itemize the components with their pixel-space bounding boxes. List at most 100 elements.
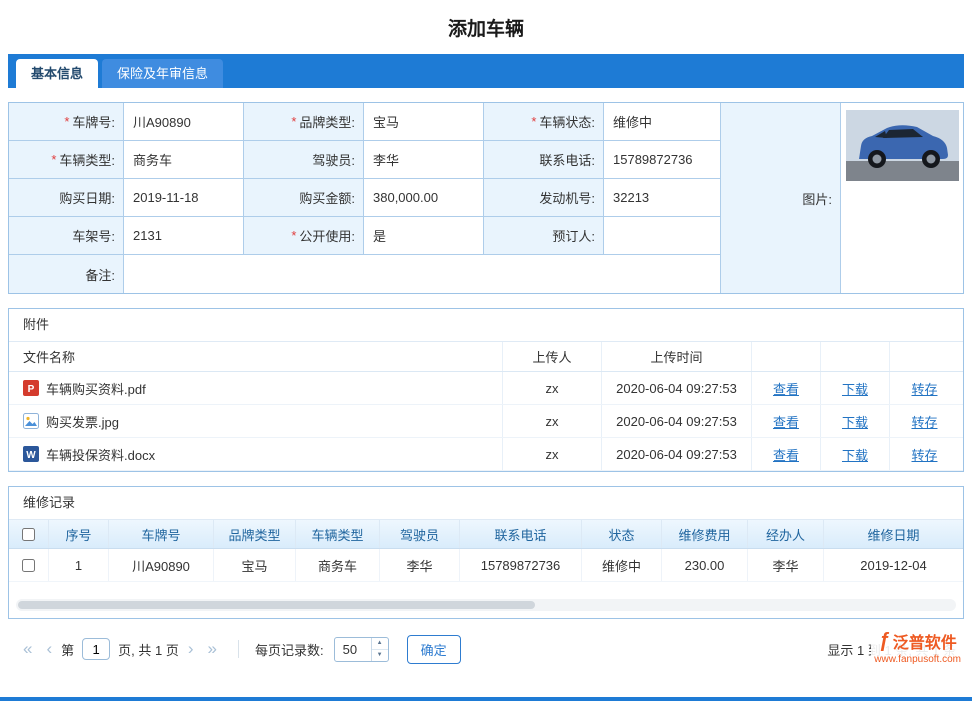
field-label-engine-number: 发动机号: bbox=[484, 179, 604, 217]
attachments-title: 附件 bbox=[9, 309, 963, 341]
spinner-up-icon[interactable]: ▲ bbox=[372, 638, 388, 650]
maintenance-row: 1 川A90890 宝马 商务车 李华 15789872736 维修中 230.… bbox=[9, 549, 963, 582]
field-value-reservist bbox=[604, 217, 721, 255]
attachment-uploader: zx bbox=[503, 438, 602, 470]
required-asterisk: * bbox=[64, 114, 69, 129]
svg-text:W: W bbox=[26, 450, 36, 461]
field-value-public-use: 是 bbox=[364, 217, 484, 255]
transfer-link[interactable]: 转存 bbox=[911, 445, 937, 464]
per-page-value[interactable]: 50 bbox=[335, 638, 371, 661]
field-label-reservist: 预订人: bbox=[484, 217, 604, 255]
download-link[interactable]: 下载 bbox=[842, 412, 868, 431]
watermark-url: www.fanpusoft.com bbox=[874, 654, 961, 665]
tab-basic-info[interactable]: 基本信息 bbox=[16, 59, 98, 88]
transfer-link[interactable]: 转存 bbox=[911, 379, 937, 398]
watermark-brand: 泛普软件 bbox=[893, 629, 957, 653]
page-total-label: 页, 共 1 页 bbox=[118, 640, 179, 659]
field-value-brand-type: 宝马 bbox=[364, 103, 484, 141]
attachment-row: 购买发票.jpg zx 2020-06-04 09:27:53 查看 下载 转存 bbox=[9, 405, 963, 438]
bottom-accent-bar bbox=[0, 697, 972, 701]
prev-page-button[interactable]: ‹ bbox=[39, 639, 59, 659]
required-asterisk: * bbox=[291, 114, 296, 129]
field-label-public-use: *公开使用: bbox=[244, 217, 364, 255]
maintenance-title: 维修记录 bbox=[9, 487, 963, 519]
spinner-down-icon[interactable]: ▼ bbox=[372, 650, 388, 661]
page-label: 第 bbox=[61, 640, 74, 659]
cell-brand: 宝马 bbox=[214, 549, 296, 581]
download-link[interactable]: 下载 bbox=[842, 379, 868, 398]
vehicle-form-grid: *车牌号: 川A90890 *品牌类型: 宝马 *车辆状态: 维修中 *车辆类型… bbox=[9, 103, 721, 293]
confirm-button[interactable]: 确定 bbox=[407, 635, 461, 664]
download-link[interactable]: 下载 bbox=[842, 445, 868, 464]
cell-seq: 1 bbox=[49, 549, 109, 581]
cell-vehicle-type: 商务车 bbox=[296, 549, 380, 581]
column-header-vehicle-type: 车辆类型 bbox=[296, 520, 380, 548]
column-header-brand: 品牌类型 bbox=[214, 520, 296, 548]
field-label-vehicle-type: *车辆类型: bbox=[9, 141, 124, 179]
page-number-input[interactable] bbox=[82, 638, 110, 660]
scrollbar-thumb[interactable] bbox=[18, 601, 535, 609]
column-header-status: 状态 bbox=[582, 520, 662, 548]
field-label-contact-phone: 联系电话: bbox=[484, 141, 604, 179]
attachment-upload-time: 2020-06-04 09:27:53 bbox=[602, 438, 752, 470]
required-asterisk: * bbox=[51, 152, 56, 167]
field-value-plate-number: 川A90890 bbox=[124, 103, 244, 141]
horizontal-scrollbar[interactable] bbox=[16, 599, 956, 611]
tab-insurance-info[interactable]: 保险及年审信息 bbox=[102, 59, 223, 88]
field-label-brand-type: *品牌类型: bbox=[244, 103, 364, 141]
watermark: ƒ 泛普软件 www.fanpusoft.com bbox=[871, 628, 964, 666]
field-value-purchase-date: 2019-11-18 bbox=[124, 179, 244, 217]
column-header-phone: 联系电话 bbox=[460, 520, 582, 548]
select-all-checkbox[interactable] bbox=[22, 528, 35, 541]
word-file-icon: W bbox=[23, 446, 39, 462]
field-label-driver: 驾驶员: bbox=[244, 141, 364, 179]
spinner-arrows: ▲ ▼ bbox=[371, 638, 388, 661]
fanpu-logo-icon: ƒ bbox=[879, 632, 890, 650]
field-label-remark: 备注: bbox=[9, 255, 124, 293]
image-field: 图片: bbox=[721, 103, 963, 293]
view-link[interactable]: 查看 bbox=[773, 379, 799, 398]
per-page-spinner[interactable]: 50 ▲ ▼ bbox=[334, 637, 389, 662]
field-label-frame-number: 车架号: bbox=[9, 217, 124, 255]
first-page-button[interactable]: « bbox=[16, 639, 39, 659]
column-header-uploader: 上传人 bbox=[503, 342, 602, 371]
column-header-action-1 bbox=[752, 342, 821, 371]
last-page-button[interactable]: » bbox=[201, 639, 224, 659]
pagination-bar: « ‹ 第 页, 共 1 页 › » 每页记录数: 50 ▲ ▼ 确定 显示 1… bbox=[8, 627, 964, 671]
field-value-vehicle-type: 商务车 bbox=[124, 141, 244, 179]
column-header-seq: 序号 bbox=[49, 520, 109, 548]
maintenance-panel: 维修记录 序号 车牌号 品牌类型 车辆类型 驾驶员 联系电话 状态 维修费用 经… bbox=[8, 486, 964, 619]
vehicle-photo bbox=[841, 103, 963, 293]
attachment-row: W 车辆投保资料.docx zx 2020-06-04 09:27:53 查看 … bbox=[9, 438, 963, 471]
attachment-uploader: zx bbox=[503, 405, 602, 437]
column-header-date: 维修日期 bbox=[824, 520, 963, 548]
transfer-link[interactable]: 转存 bbox=[911, 412, 937, 431]
next-page-button[interactable]: › bbox=[181, 639, 201, 659]
row-checkbox[interactable] bbox=[22, 559, 35, 572]
image-field-label: 图片: bbox=[721, 103, 841, 293]
pdf-file-icon: P bbox=[23, 380, 39, 396]
required-asterisk: * bbox=[531, 114, 536, 129]
view-link[interactable]: 查看 bbox=[773, 445, 799, 464]
attachment-row: P 车辆购买资料.pdf zx 2020-06-04 09:27:53 查看 下… bbox=[9, 372, 963, 405]
field-label-vehicle-status: *车辆状态: bbox=[484, 103, 604, 141]
cell-plate: 川A90890 bbox=[109, 549, 214, 581]
cell-fee: 230.00 bbox=[662, 549, 748, 581]
divider bbox=[238, 640, 239, 658]
cell-phone: 15789872736 bbox=[460, 549, 582, 581]
basic-info-panel: *车牌号: 川A90890 *品牌类型: 宝马 *车辆状态: 维修中 *车辆类型… bbox=[8, 102, 964, 294]
field-value-driver: 李华 bbox=[364, 141, 484, 179]
cell-status: 维修中 bbox=[582, 549, 662, 581]
attachment-filename: 购买发票.jpg bbox=[9, 405, 503, 437]
column-header-filename: 文件名称 bbox=[9, 342, 503, 371]
attachments-panel: 附件 文件名称 上传人 上传时间 P 车辆购买资料.pdf zx 2020-06… bbox=[8, 308, 964, 472]
attachment-upload-time: 2020-06-04 09:27:53 bbox=[602, 405, 752, 437]
per-page-label: 每页记录数: bbox=[255, 640, 324, 659]
field-value-purchase-amount: 380,000.00 bbox=[364, 179, 484, 217]
attachment-filename: W 车辆投保资料.docx bbox=[9, 438, 503, 470]
cell-date: 2019-12-04 bbox=[824, 549, 963, 581]
image-file-icon bbox=[23, 413, 39, 429]
field-label-plate-number: *车牌号: bbox=[9, 103, 124, 141]
view-link[interactable]: 查看 bbox=[773, 412, 799, 431]
vehicle-photo-image bbox=[846, 110, 959, 181]
